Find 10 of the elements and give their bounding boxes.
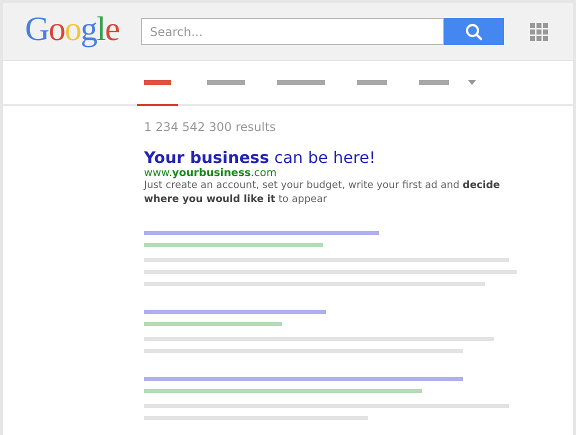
caret-icon[interactable] <box>468 80 476 85</box>
results-count: 1 234 542 300 results <box>144 120 277 134</box>
google-logo[interactable]: Google <box>25 12 121 50</box>
ad-url: www.yourbusiness.com <box>144 167 278 179</box>
ad-title-link[interactable]: Your business can be here! <box>144 148 573 167</box>
ad-snippet: Just create an account, set your budget, write your first ad and decide where you would like it to appear <box>144 179 501 207</box>
search-field[interactable]: Search... <box>141 18 444 45</box>
search-button[interactable] <box>444 18 504 45</box>
apps-grid-icon[interactable] <box>530 22 548 40</box>
search-icon <box>465 22 483 40</box>
